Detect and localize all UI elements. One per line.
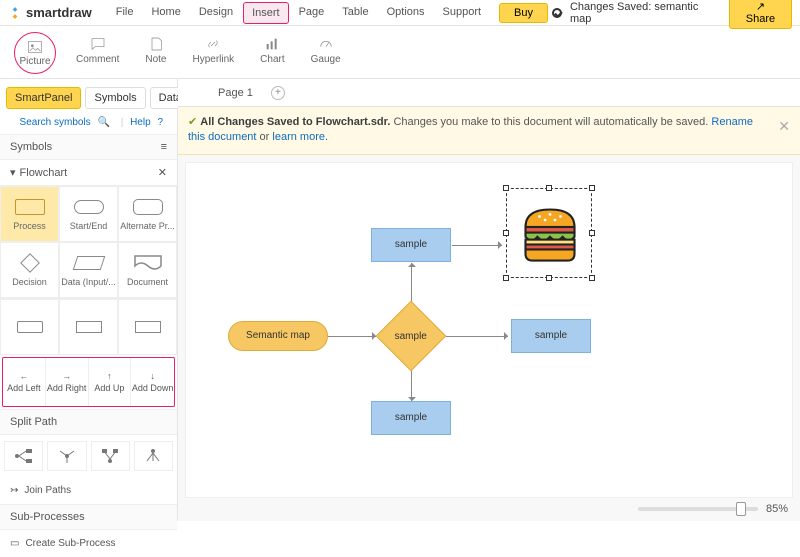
edge-top-image	[452, 245, 502, 246]
chart-icon	[263, 36, 281, 52]
main-menu: File Home Design Insert Page Table Optio…	[108, 2, 489, 24]
save-notice-banner: ✔ All Changes Saved to Flowchart.sdr. Ch…	[178, 107, 800, 155]
burger-icon	[515, 199, 585, 269]
arrow-up-icon: ↑	[107, 371, 112, 381]
edge-start-center	[328, 336, 376, 337]
menu-support[interactable]: Support	[435, 2, 490, 24]
shape-datainput[interactable]: Data (Input/...	[59, 242, 118, 298]
add-direction-row: ←Add Left →Add Right ↑Add Up ↓Add Down	[2, 357, 175, 407]
menu-design[interactable]: Design	[191, 2, 241, 24]
menu-file[interactable]: File	[108, 2, 142, 24]
join-paths-button[interactable]: ↣ Join Paths	[0, 477, 177, 504]
ribbon-note[interactable]: Note	[139, 32, 172, 74]
saved-check-icon	[552, 8, 562, 18]
tab-smartpanel[interactable]: SmartPanel	[6, 87, 81, 109]
split-opt-1[interactable]	[4, 441, 43, 471]
menu-options[interactable]: Options	[379, 2, 433, 24]
drawing-canvas[interactable]: Semantic map sample sample sample sample	[186, 163, 792, 497]
zoom-slider[interactable]	[638, 507, 758, 511]
gauge-icon	[317, 36, 335, 52]
create-subprocess-button[interactable]: ▭ Create Sub-Process	[0, 530, 177, 557]
buy-button[interactable]: Buy	[499, 3, 548, 23]
hyperlink-icon	[204, 36, 222, 52]
help-link[interactable]: Help	[130, 117, 151, 128]
logo-icon	[8, 6, 22, 20]
subprocess-icon: ▭	[10, 538, 19, 549]
learn-more-link[interactable]: learn more	[272, 131, 325, 143]
search-icon: 🔍	[97, 117, 109, 128]
share-button[interactable]: ↗ Share	[729, 0, 792, 29]
zoom-label: 85%	[766, 503, 788, 515]
ribbon-hyperlink[interactable]: Hyperlink	[186, 32, 240, 74]
add-left-button[interactable]: ←Add Left	[3, 358, 46, 406]
insert-ribbon: Picture Comment Note Hyperlink Chart Gau…	[0, 26, 800, 79]
node-bottom[interactable]: sample	[371, 401, 451, 435]
category-label: Flowchart	[20, 167, 68, 179]
shape-more-1[interactable]	[0, 299, 59, 355]
add-right-button[interactable]: →Add Right	[46, 358, 89, 406]
add-down-button[interactable]: ↓Add Down	[131, 358, 174, 406]
node-right[interactable]: sample	[511, 319, 591, 353]
help-icon: ?	[157, 117, 163, 128]
left-sidebar: SmartPanel Symbols Data ✕ Search symbols…	[0, 79, 178, 521]
category-close[interactable]: ✕	[158, 166, 167, 179]
menu-page[interactable]: Page	[291, 2, 333, 24]
ribbon-picture-label: Picture	[19, 56, 50, 67]
symbols-header: Symbols ≡	[0, 134, 177, 160]
ribbon-picture[interactable]: Picture	[14, 32, 56, 74]
arrow-down-icon: ↓	[150, 371, 155, 381]
search-symbols-link[interactable]: Search symbols	[20, 117, 91, 128]
split-opt-3[interactable]	[91, 441, 130, 471]
arrow-right-icon: →	[62, 371, 71, 381]
menu-home[interactable]: Home	[143, 2, 188, 24]
shape-process[interactable]: Process	[0, 186, 59, 242]
split-opt-2[interactable]	[47, 441, 86, 471]
hamburger-icon[interactable]: ≡	[161, 141, 167, 153]
notice-check-icon: ✔	[188, 116, 197, 128]
picture-icon	[26, 39, 44, 55]
menu-table[interactable]: Table	[334, 2, 376, 24]
node-top[interactable]: sample	[371, 228, 451, 262]
shape-more-2[interactable]	[59, 299, 118, 355]
caret-down-icon[interactable]: ▾	[10, 166, 16, 179]
notice-close-icon[interactable]: ✕	[778, 117, 790, 137]
add-page-button[interactable]: +	[271, 86, 285, 100]
zoom-thumb[interactable]	[736, 502, 746, 516]
add-up-button[interactable]: ↑Add Up	[89, 358, 132, 406]
ribbon-gauge[interactable]: Gauge	[305, 32, 347, 74]
ribbon-comment[interactable]: Comment	[70, 32, 125, 74]
note-icon	[147, 36, 165, 52]
edge-center-bottom	[411, 371, 412, 401]
shape-document[interactable]: Document	[118, 242, 177, 298]
edge-center-top	[411, 263, 412, 301]
page-tab-1[interactable]: Page 1	[218, 87, 253, 99]
edge-center-right	[446, 336, 508, 337]
shape-more-3[interactable]	[118, 299, 177, 355]
app-name: smartdraw	[26, 5, 92, 20]
split-opt-4[interactable]	[134, 441, 173, 471]
shape-decision[interactable]: Decision	[0, 242, 59, 298]
shape-startend[interactable]: Start/End	[59, 186, 118, 242]
menu-insert[interactable]: Insert	[243, 2, 289, 24]
arrow-left-icon: ←	[19, 371, 28, 381]
node-decision[interactable]: sample	[376, 301, 446, 371]
subprocess-header: Sub-Processes	[0, 504, 177, 530]
comment-icon	[89, 36, 107, 52]
shape-palette: Process Start/End Alternate Pr... Decisi…	[0, 186, 177, 298]
save-status: Changes Saved: semantic map	[570, 1, 721, 25]
split-path-header: Split Path	[0, 409, 177, 435]
tab-symbols[interactable]: Symbols	[85, 87, 145, 109]
selected-image[interactable]	[506, 188, 592, 278]
shape-altprocess[interactable]: Alternate Pr...	[118, 186, 177, 242]
join-paths-icon: ↣	[10, 485, 18, 496]
ribbon-chart[interactable]: Chart	[254, 32, 290, 74]
app-logo[interactable]: smartdraw	[8, 5, 92, 20]
node-start[interactable]: Semantic map	[228, 321, 328, 351]
